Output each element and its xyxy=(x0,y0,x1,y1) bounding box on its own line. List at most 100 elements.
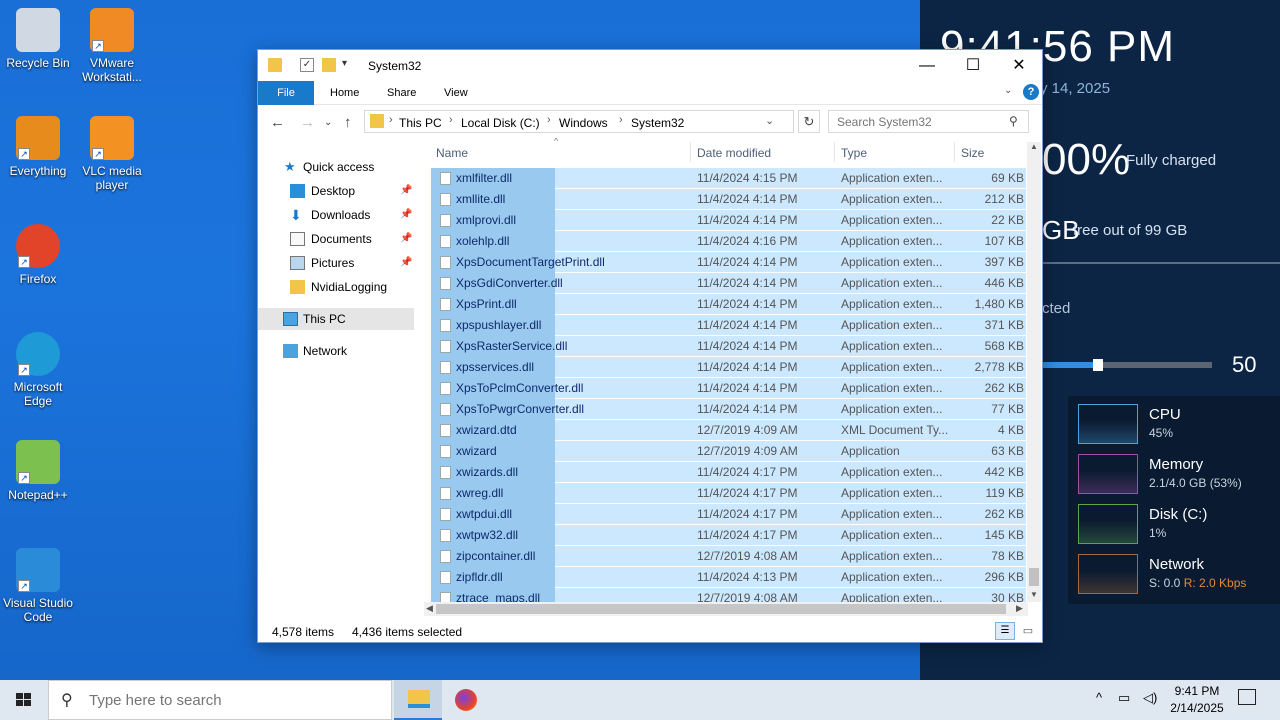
horizontal-scroll-thumb[interactable] xyxy=(436,604,1006,614)
start-button[interactable] xyxy=(0,680,48,720)
column-size[interactable]: Size xyxy=(961,146,984,160)
maximize-button[interactable]: ☐ xyxy=(950,50,996,81)
taskbar-file-explorer[interactable] xyxy=(394,680,442,720)
taskbar-search-box[interactable]: ⚲ xyxy=(48,680,392,720)
desktop-icon-vlc[interactable]: ↗ VLC media player xyxy=(74,116,150,192)
search-box[interactable]: ⚲ xyxy=(828,110,1029,133)
forward-arrow-icon[interactable]: → xyxy=(300,114,315,131)
volume-thumb[interactable] xyxy=(1093,359,1104,371)
file-row[interactable]: XpsPrint.dll 11/4/2024 4:14 PM Application… xyxy=(428,294,1026,315)
desktop-icon-edge[interactable]: ↗ Microsoft Edge xyxy=(0,332,76,408)
volume-slider[interactable] xyxy=(1042,359,1212,371)
volume-tray-icon[interactable]: ◁) xyxy=(1143,690,1157,706)
file-row[interactable]: XpsToPclmConverter.dll 11/4/2024 4:14 PM A… xyxy=(428,378,1026,399)
file-row[interactable]: xpsservices.dll 11/4/2024 4:14 PM Applicat… xyxy=(428,357,1026,378)
pin-icon[interactable]: 📌 xyxy=(400,204,412,226)
desktop-icon-everything-search[interactable]: ↗ Everything xyxy=(0,116,76,178)
file-row[interactable]: XpsGdiConverter.dll 11/4/2024 4:14 PM Appl… xyxy=(428,273,1026,294)
large-icons-view-icon[interactable]: ▭ xyxy=(1018,622,1038,640)
recent-locations-icon[interactable]: ⌄ xyxy=(324,117,332,128)
notifications-icon[interactable] xyxy=(1238,689,1256,705)
nav-item-desktop[interactable]: Desktop 📌 xyxy=(258,180,414,202)
show-hidden-icons-icon[interactable]: ^ xyxy=(1096,690,1102,705)
new-folder-icon[interactable] xyxy=(322,58,336,72)
nav-quick-access[interactable]: ★ Quick access xyxy=(258,156,414,178)
scroll-left-icon[interactable]: ◀ xyxy=(426,603,433,614)
vertical-scroll-thumb[interactable] xyxy=(1029,568,1039,586)
nav-this-pc[interactable]: This PC xyxy=(258,308,414,330)
expand-ribbon-icon[interactable]: ⌄ xyxy=(1004,85,1012,96)
customize-toolbar-icon[interactable]: ▾ xyxy=(342,58,356,72)
file-row[interactable]: zipcontainer.dll 12/7/2019 4:08 AM Applica… xyxy=(428,546,1026,567)
breadcrumb-chevron-icon[interactable]: › xyxy=(547,114,551,126)
tray-time[interactable]: 9:41 PM xyxy=(1172,684,1222,698)
minimize-button[interactable]: — xyxy=(904,50,950,81)
address-dropdown-icon[interactable]: ⌄ xyxy=(765,114,774,127)
tab-home[interactable]: Home xyxy=(316,81,373,105)
file-row[interactable]: xpspushlayer.dll 11/4/2024 4:14 PM Applica… xyxy=(428,315,1026,336)
breadcrumb-chevron-icon[interactable]: › xyxy=(619,114,623,126)
breadcrumb-chevron-icon[interactable]: › xyxy=(389,114,393,126)
taskbar-search-input[interactable] xyxy=(89,692,379,709)
file-row[interactable]: xolehlp.dll 11/4/2024 4:16 PM Application … xyxy=(428,231,1026,252)
file-row[interactable]: xmlprovi.dll 11/4/2024 4:14 PM Application… xyxy=(428,210,1026,231)
file-row[interactable]: xwreg.dll 11/4/2024 4:17 PM Application ex… xyxy=(428,483,1026,504)
file-row[interactable]: XpsRasterService.dll 11/4/2024 4:14 PM App… xyxy=(428,336,1026,357)
pin-icon[interactable]: 📌 xyxy=(400,228,412,250)
search-input[interactable] xyxy=(837,115,1007,129)
breadcrumb-local-disk[interactable]: Local Disk (C:) xyxy=(461,116,540,130)
help-icon[interactable]: ? xyxy=(1023,84,1039,100)
up-arrow-icon[interactable]: ↑ xyxy=(344,114,352,131)
pin-icon[interactable]: 📌 xyxy=(400,180,412,202)
nav-network[interactable]: Network xyxy=(258,340,414,362)
horizontal-scrollbar[interactable]: ◀ ▶ xyxy=(424,602,1028,616)
network-tray-icon[interactable]: ▭ xyxy=(1118,690,1130,706)
breadcrumb-windows[interactable]: Windows xyxy=(559,116,608,130)
file-row[interactable]: xwtpdui.dll 11/4/2024 4:17 PM Application … xyxy=(428,504,1026,525)
file-row[interactable]: xmlfilter.dll 11/4/2024 4:15 PM Applicatio… xyxy=(428,168,1026,189)
file-row[interactable]: zipfldr.dll 11/4/2024 4:13 PM Application … xyxy=(428,567,1026,588)
scroll-up-icon[interactable]: ▲ xyxy=(1030,142,1038,151)
column-type[interactable]: Type xyxy=(841,146,867,160)
vertical-scrollbar[interactable]: ▲ ▼ xyxy=(1027,142,1041,602)
desktop-icon-recycle-bin[interactable]: Recycle Bin xyxy=(0,8,76,70)
column-date-modified[interactable]: Date modified xyxy=(697,146,771,160)
column-separator[interactable] xyxy=(834,142,835,162)
breadcrumb-system32[interactable]: System32 xyxy=(631,116,684,130)
pin-icon[interactable]: 📌 xyxy=(400,252,412,274)
file-row[interactable]: xwizard.dtd 12/7/2019 4:09 AM XML Document… xyxy=(428,420,1026,441)
scroll-down-icon[interactable]: ▼ xyxy=(1030,590,1038,599)
tray-date[interactable]: 2/14/2025 xyxy=(1166,701,1228,715)
taskbar-firefox[interactable] xyxy=(442,680,490,720)
column-separator[interactable] xyxy=(954,142,955,162)
tab-view[interactable]: View xyxy=(430,81,482,105)
address-box[interactable]: › This PC › Local Disk (C:) › Windows › … xyxy=(364,110,794,133)
desktop-icon-vmware[interactable]: ↗ VMware Workstati... xyxy=(74,8,150,84)
close-button[interactable]: ✕ xyxy=(996,50,1042,81)
back-arrow-icon[interactable]: ← xyxy=(270,114,285,131)
breadcrumb-chevron-icon[interactable]: › xyxy=(449,114,453,126)
nav-item-nvidialogging[interactable]: NvidiaLogging xyxy=(258,276,414,298)
column-separator[interactable] xyxy=(690,142,691,162)
desktop-icon-vscode[interactable]: ↗ Visual Studio Code xyxy=(0,548,76,624)
file-row[interactable]: xwtpw32.dll 11/4/2024 4:17 PM Application … xyxy=(428,525,1026,546)
details-view-icon[interactable]: ☰ xyxy=(995,622,1015,640)
column-name[interactable]: Name xyxy=(436,146,468,160)
tab-file[interactable]: File xyxy=(258,81,314,105)
properties-checkbox-icon[interactable]: ✓ xyxy=(300,58,314,72)
breadcrumb-this-pc[interactable]: This PC xyxy=(399,116,442,130)
tab-share[interactable]: Share xyxy=(373,81,430,105)
nav-item-downloads[interactable]: ⬇ Downloads 📌 xyxy=(258,204,414,226)
file-row[interactable]: XpsDocumentTargetPrint.dll 11/4/2024 4:14… xyxy=(428,252,1026,273)
file-row[interactable]: xwizard 12/7/2019 4:09 AM Application 63 KB xyxy=(428,441,1026,462)
scroll-right-icon[interactable]: ▶ xyxy=(1016,603,1023,614)
search-icon[interactable]: ⚲ xyxy=(1009,114,1018,128)
nav-item-pictures[interactable]: Pictures 📌 xyxy=(258,252,414,274)
refresh-icon[interactable]: ↻ xyxy=(798,110,820,133)
nav-item-documents[interactable]: Documents 📌 xyxy=(258,228,414,250)
desktop-icon-firefox[interactable]: ↗ Firefox xyxy=(0,224,76,286)
title-bar[interactable]: ✓ ▾ System32 — ☐ ✕ xyxy=(258,50,1042,81)
file-row[interactable]: xmllite.dll 11/4/2024 4:14 PM Application … xyxy=(428,189,1026,210)
file-row[interactable]: xwizards.dll 11/4/2024 4:17 PM Application… xyxy=(428,462,1026,483)
file-row[interactable]: XpsToPwgrConverter.dll 11/4/2024 4:14 PM A… xyxy=(428,399,1026,420)
